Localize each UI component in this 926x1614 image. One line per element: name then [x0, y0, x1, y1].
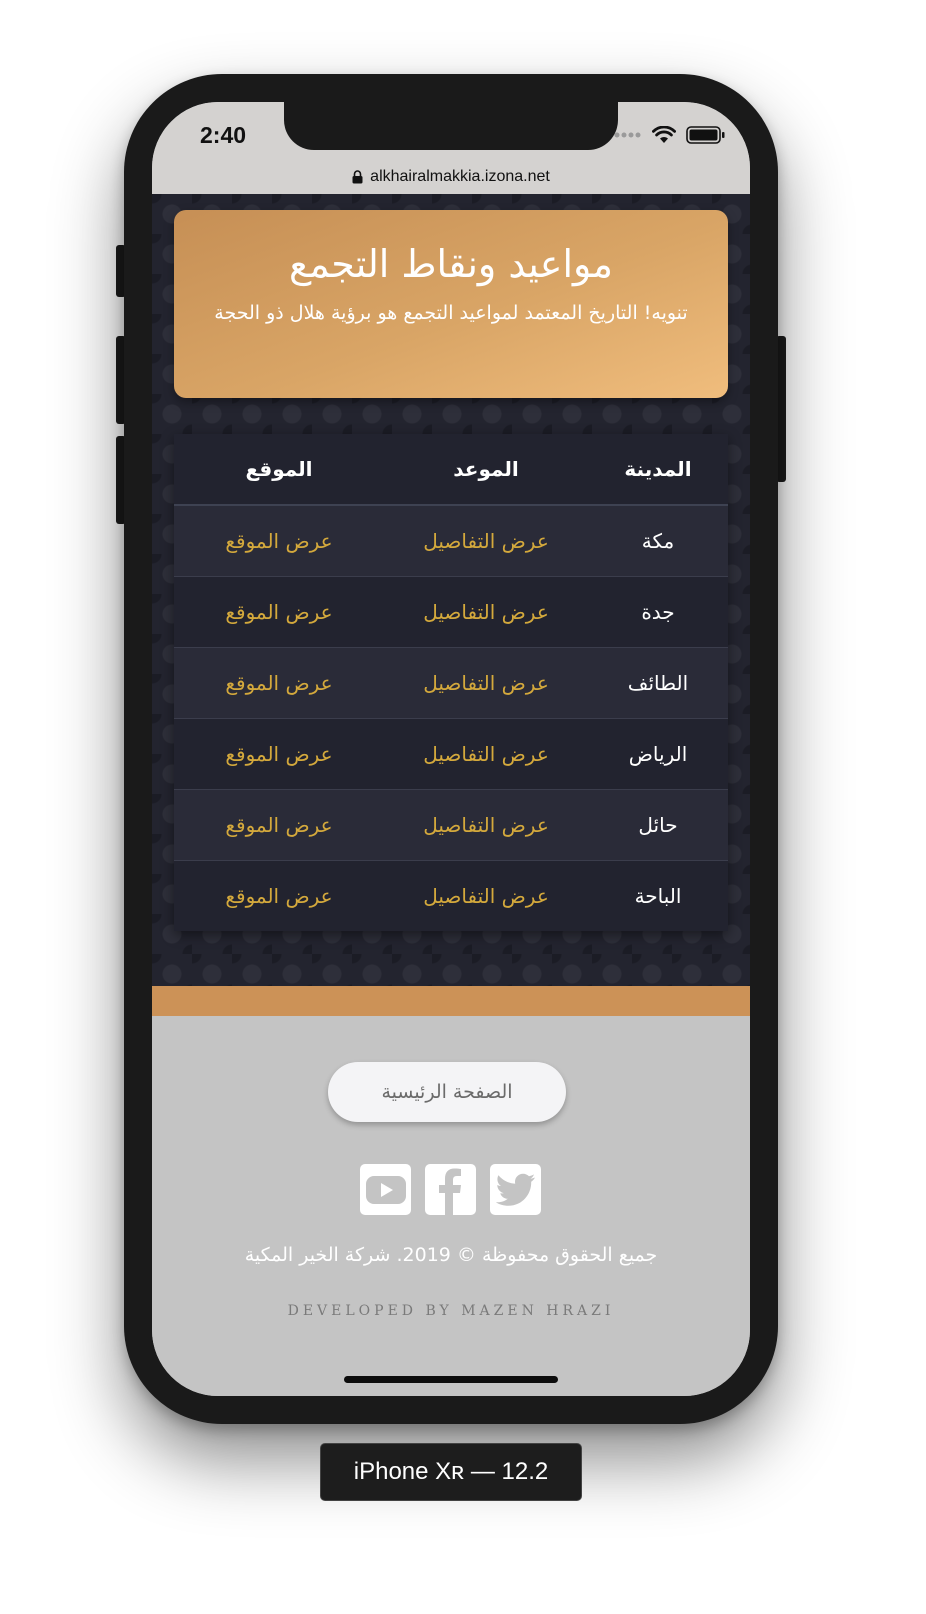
- view-location-link[interactable]: عرض الموقع: [174, 742, 384, 766]
- view-details-link[interactable]: عرض التفاصيل: [384, 529, 588, 553]
- city-cell: حائل: [638, 813, 678, 837]
- lock-icon: [352, 170, 363, 184]
- view-location-link[interactable]: عرض الموقع: [174, 671, 384, 695]
- schedule-table: المدينة الموعد الموقع مكة عرض التفاصيل ع…: [174, 434, 728, 931]
- table-row: جدة عرض التفاصيل عرض الموقع: [174, 577, 728, 648]
- device-label: iPhone Xʀ — 12.2: [320, 1443, 582, 1501]
- city-cell: مكة: [641, 529, 675, 553]
- status-icons: [614, 126, 726, 144]
- status-time: 2:40: [200, 122, 247, 148]
- address-bar[interactable]: alkhairalmakkia.izona.net: [152, 160, 750, 194]
- view-details-link[interactable]: عرض التفاصيل: [384, 884, 588, 908]
- view-location-link[interactable]: عرض الموقع: [174, 529, 384, 553]
- main-content: مواعيد ونقاط التجمع تنويه! التاريخ المعت…: [152, 194, 750, 988]
- wifi-icon: [652, 126, 676, 143]
- view-details-link[interactable]: عرض التفاصيل: [384, 742, 588, 766]
- table-row: مكة عرض التفاصيل عرض الموقع: [174, 506, 728, 577]
- social-links: [360, 1164, 541, 1215]
- city-cell: الباحة: [634, 884, 682, 908]
- copyright-text: جميع الحقوق محفوظة © 2019. شركة الخير ال…: [244, 1244, 658, 1266]
- table-row: الطائف عرض التفاصيل عرض الموقع: [174, 648, 728, 719]
- city-cell: جدة: [641, 600, 675, 624]
- view-location-link[interactable]: عرض الموقع: [174, 884, 384, 908]
- signal-dots-icon: [614, 132, 641, 138]
- table-row: الرياض عرض التفاصيل عرض الموقع: [174, 719, 728, 790]
- city-cell: الطائف: [627, 671, 689, 695]
- home-indicator[interactable]: [344, 1376, 558, 1383]
- view-location-link[interactable]: عرض الموقع: [174, 600, 384, 624]
- twitter-icon[interactable]: [490, 1164, 541, 1215]
- view-details-link[interactable]: عرض التفاصيل: [384, 671, 588, 695]
- phone-screen: 2:40 alkhairalmakkia.izona.net مواعيد ون…: [152, 102, 750, 1396]
- notch: [284, 102, 618, 150]
- home-page-button[interactable]: الصفحة الرئيسية: [328, 1062, 566, 1122]
- developer-credit: DEVELOPED BY MAZEN HRAZI: [287, 1303, 615, 1319]
- facebook-icon[interactable]: [425, 1164, 476, 1215]
- table-row: الباحة عرض التفاصيل عرض الموقع: [174, 861, 728, 931]
- header-city: المدينة: [624, 457, 692, 481]
- header-location: الموقع: [245, 457, 313, 481]
- city-cell: الرياض: [628, 742, 688, 766]
- hero-card: مواعيد ونقاط التجمع تنويه! التاريخ المعت…: [174, 210, 728, 398]
- footer: الصفحة الرئيسية جميع الحقوق محفوظة © 201…: [152, 1016, 750, 1396]
- youtube-icon[interactable]: [360, 1164, 411, 1215]
- hero-note: تنويه! التاريخ المعتمد لمواعيد التجمع هو…: [214, 302, 688, 324]
- view-location-link[interactable]: عرض الموقع: [174, 813, 384, 837]
- view-details-link[interactable]: عرض التفاصيل: [384, 600, 588, 624]
- battery-icon: [686, 126, 725, 144]
- accent-band: [152, 986, 750, 1016]
- page-title: مواعيد ونقاط التجمع: [289, 242, 613, 286]
- table-header-row: المدينة الموعد الموقع: [174, 434, 728, 506]
- view-details-link[interactable]: عرض التفاصيل: [384, 813, 588, 837]
- header-time: الموعد: [453, 457, 519, 481]
- table-row: حائل عرض التفاصيل عرض الموقع: [174, 790, 728, 861]
- address-url: alkhairalmakkia.izona.net: [370, 168, 550, 185]
